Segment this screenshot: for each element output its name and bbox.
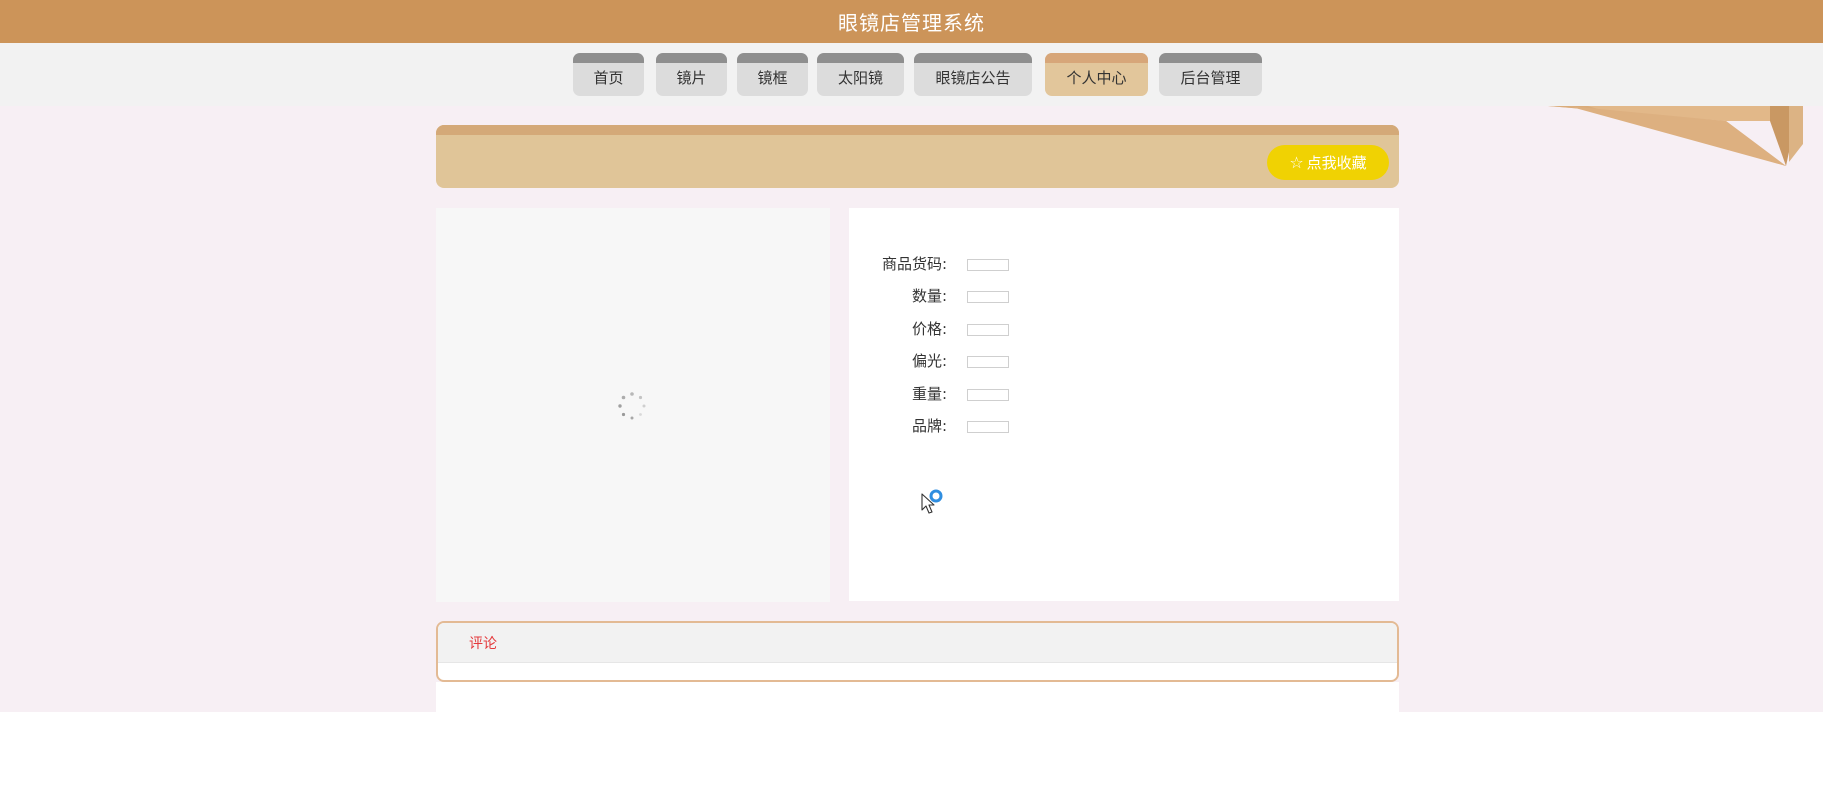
field-value — [967, 356, 1009, 368]
nav-item-label: 眼镜店公告 — [935, 69, 1011, 87]
nav-item-admin[interactable]: 后台管理 — [1159, 53, 1262, 96]
comment-section: 评论 — [436, 621, 1399, 682]
busy-cursor-icon — [921, 489, 943, 514]
field-label: 数量: — [911, 287, 947, 305]
loading-spinner-icon — [618, 392, 646, 420]
main-nav: 首页 镜片 镜框 太阳镜 眼镜店公告 个人中心 后台管理 — [0, 43, 1823, 106]
field-label: 商品货码: — [881, 255, 947, 273]
nav-item-sunglasses[interactable]: 太阳镜 — [817, 53, 904, 96]
comment-content-area — [436, 682, 1399, 712]
field-label: 价格: — [911, 320, 947, 338]
tab-comments[interactable]: 评论 — [469, 633, 497, 653]
field-weight: 重量: — [849, 383, 1149, 405]
nav-item-label: 个人中心 — [1066, 69, 1127, 87]
app-header: 眼镜店管理系统 — [0, 0, 1823, 43]
favorite-button-label: 点我收藏 — [1306, 154, 1367, 172]
field-value — [967, 421, 1009, 433]
field-product-code: 商品货码: — [849, 253, 1149, 275]
nav-item-home[interactable]: 首页 — [573, 53, 644, 96]
nav-item-label: 首页 — [593, 69, 624, 87]
field-label: 品牌: — [911, 417, 947, 435]
field-value — [967, 389, 1009, 401]
favorite-button[interactable]: ☆ 点我收藏 — [1267, 145, 1389, 180]
field-polarized: 偏光: — [849, 350, 1149, 372]
nav-item-lenses[interactable]: 镜片 — [656, 53, 727, 96]
field-quantity: 数量: — [849, 285, 1149, 307]
field-price: 价格: — [849, 318, 1149, 340]
nav-item-label: 镜片 — [676, 69, 707, 87]
nav-item-label: 太阳镜 — [837, 69, 883, 87]
comment-tab-bar: 评论 — [438, 623, 1397, 663]
app-title: 眼镜店管理系统 — [838, 11, 985, 35]
corner-decoration — [1548, 106, 1803, 166]
field-value — [967, 259, 1009, 271]
star-outline-icon: ☆ — [1289, 152, 1304, 172]
nav-item-label: 后台管理 — [1180, 69, 1241, 87]
nav-item-label: 镜框 — [757, 69, 788, 87]
nav-item-frames[interactable]: 镜框 — [737, 53, 808, 96]
nav-item-announcements[interactable]: 眼镜店公告 — [914, 53, 1032, 96]
product-banner — [436, 125, 1399, 188]
field-brand: 品牌: — [849, 415, 1149, 437]
field-label: 重量: — [911, 385, 947, 403]
field-label: 偏光: — [911, 352, 947, 370]
field-value — [967, 324, 1009, 336]
nav-item-personal-center[interactable]: 个人中心 — [1045, 53, 1148, 96]
field-value — [967, 291, 1009, 303]
